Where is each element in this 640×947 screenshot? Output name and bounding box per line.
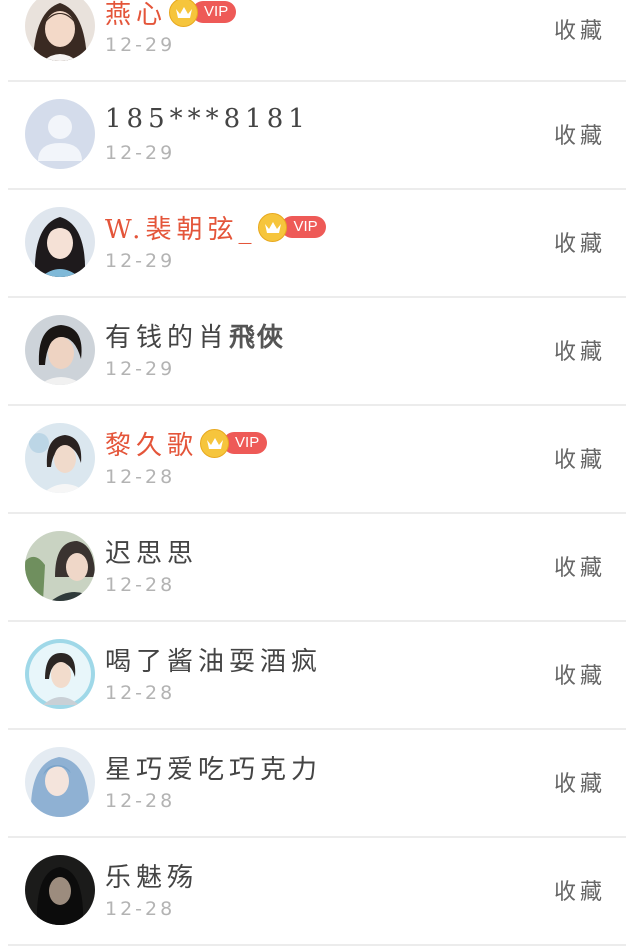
- username: W.裴朝弦_: [105, 214, 257, 245]
- vip-badge: VIP: [169, 0, 237, 27]
- avatar[interactable]: [25, 747, 95, 817]
- username: 燕心: [105, 0, 168, 30]
- date: 12-28: [105, 466, 176, 488]
- divider: [8, 944, 626, 946]
- date: 12-28: [105, 790, 176, 812]
- collect-button[interactable]: 收藏: [554, 442, 606, 474]
- username-line: 185***8181: [105, 102, 310, 136]
- collect-button[interactable]: 收藏: [554, 13, 606, 45]
- username: 乐魅殇: [105, 862, 199, 893]
- date: 12-29: [105, 250, 176, 272]
- username-line: 迟思思: [105, 534, 199, 569]
- username: 喝了酱油耍酒疯: [105, 646, 323, 677]
- collect-button[interactable]: 收藏: [554, 874, 606, 906]
- username: 星巧爱吃巧克力: [105, 754, 323, 785]
- vip-label: VIP: [281, 216, 326, 238]
- date: 12-29: [105, 358, 176, 380]
- list-item[interactable]: 星巧爱吃巧克力 12-28 收藏: [0, 730, 640, 838]
- username: 黎久歌: [105, 430, 199, 461]
- list-item[interactable]: 燕心 VIP 12-29 收藏: [0, 0, 640, 82]
- list-item[interactable]: 185***8181 12-29 收藏: [0, 82, 640, 190]
- crown-icon: [200, 428, 230, 458]
- username: 有钱的肖: [105, 322, 230, 353]
- username-line: 黎久歌 VIP: [105, 426, 268, 461]
- username-line: W.裴朝弦_ VIP: [105, 210, 326, 245]
- username-line: 星巧爱吃巧克力: [105, 750, 323, 785]
- list-item[interactable]: W.裴朝弦_ VIP 12-29 收藏: [0, 190, 640, 298]
- avatar[interactable]: [25, 0, 95, 61]
- username-line: 有钱的肖 飛俠: [105, 318, 286, 353]
- collect-button[interactable]: 收藏: [554, 118, 606, 150]
- username-line: 喝了酱油耍酒疯: [105, 642, 323, 677]
- date: 12-29: [105, 142, 176, 164]
- vip-badge: VIP: [200, 428, 268, 458]
- username: 185***8181: [105, 104, 310, 134]
- date: 12-28: [105, 682, 176, 704]
- list-item[interactable]: 喝了酱油耍酒疯 12-28 收藏: [0, 622, 640, 730]
- crown-icon: [258, 212, 288, 242]
- collector-list: 燕心 VIP 12-29 收藏 185***8181 12-29 收藏 W.裴朝…: [0, 0, 640, 947]
- list-item[interactable]: 迟思思 12-28 收藏: [0, 514, 640, 622]
- date: 12-29: [105, 34, 176, 56]
- avatar[interactable]: [25, 315, 95, 385]
- collect-button[interactable]: 收藏: [554, 550, 606, 582]
- list-item[interactable]: 乐魅殇 12-28 收藏: [0, 838, 640, 946]
- crown-icon: [169, 0, 199, 27]
- list-item[interactable]: 有钱的肖 飛俠 12-29 收藏: [0, 298, 640, 406]
- collect-button[interactable]: 收藏: [554, 334, 606, 366]
- username-line: 燕心 VIP: [105, 0, 237, 30]
- username: 迟思思: [105, 538, 199, 569]
- vip-label: VIP: [223, 432, 268, 454]
- avatar[interactable]: [25, 207, 95, 277]
- collect-button[interactable]: 收藏: [554, 226, 606, 258]
- vip-badge: VIP: [258, 212, 326, 242]
- avatar[interactable]: [25, 639, 95, 709]
- vip-label: VIP: [192, 1, 237, 23]
- list-item[interactable]: 黎久歌 VIP 12-28 收藏: [0, 406, 640, 514]
- collect-button[interactable]: 收藏: [554, 766, 606, 798]
- username-line: 乐魅殇: [105, 858, 199, 893]
- username-tail: 飛俠: [229, 322, 286, 353]
- avatar[interactable]: [25, 99, 95, 169]
- avatar[interactable]: [25, 855, 95, 925]
- date: 12-28: [105, 574, 176, 596]
- collect-button[interactable]: 收藏: [554, 658, 606, 690]
- date: 12-28: [105, 898, 176, 920]
- avatar[interactable]: [25, 531, 95, 601]
- avatar[interactable]: [25, 423, 95, 493]
